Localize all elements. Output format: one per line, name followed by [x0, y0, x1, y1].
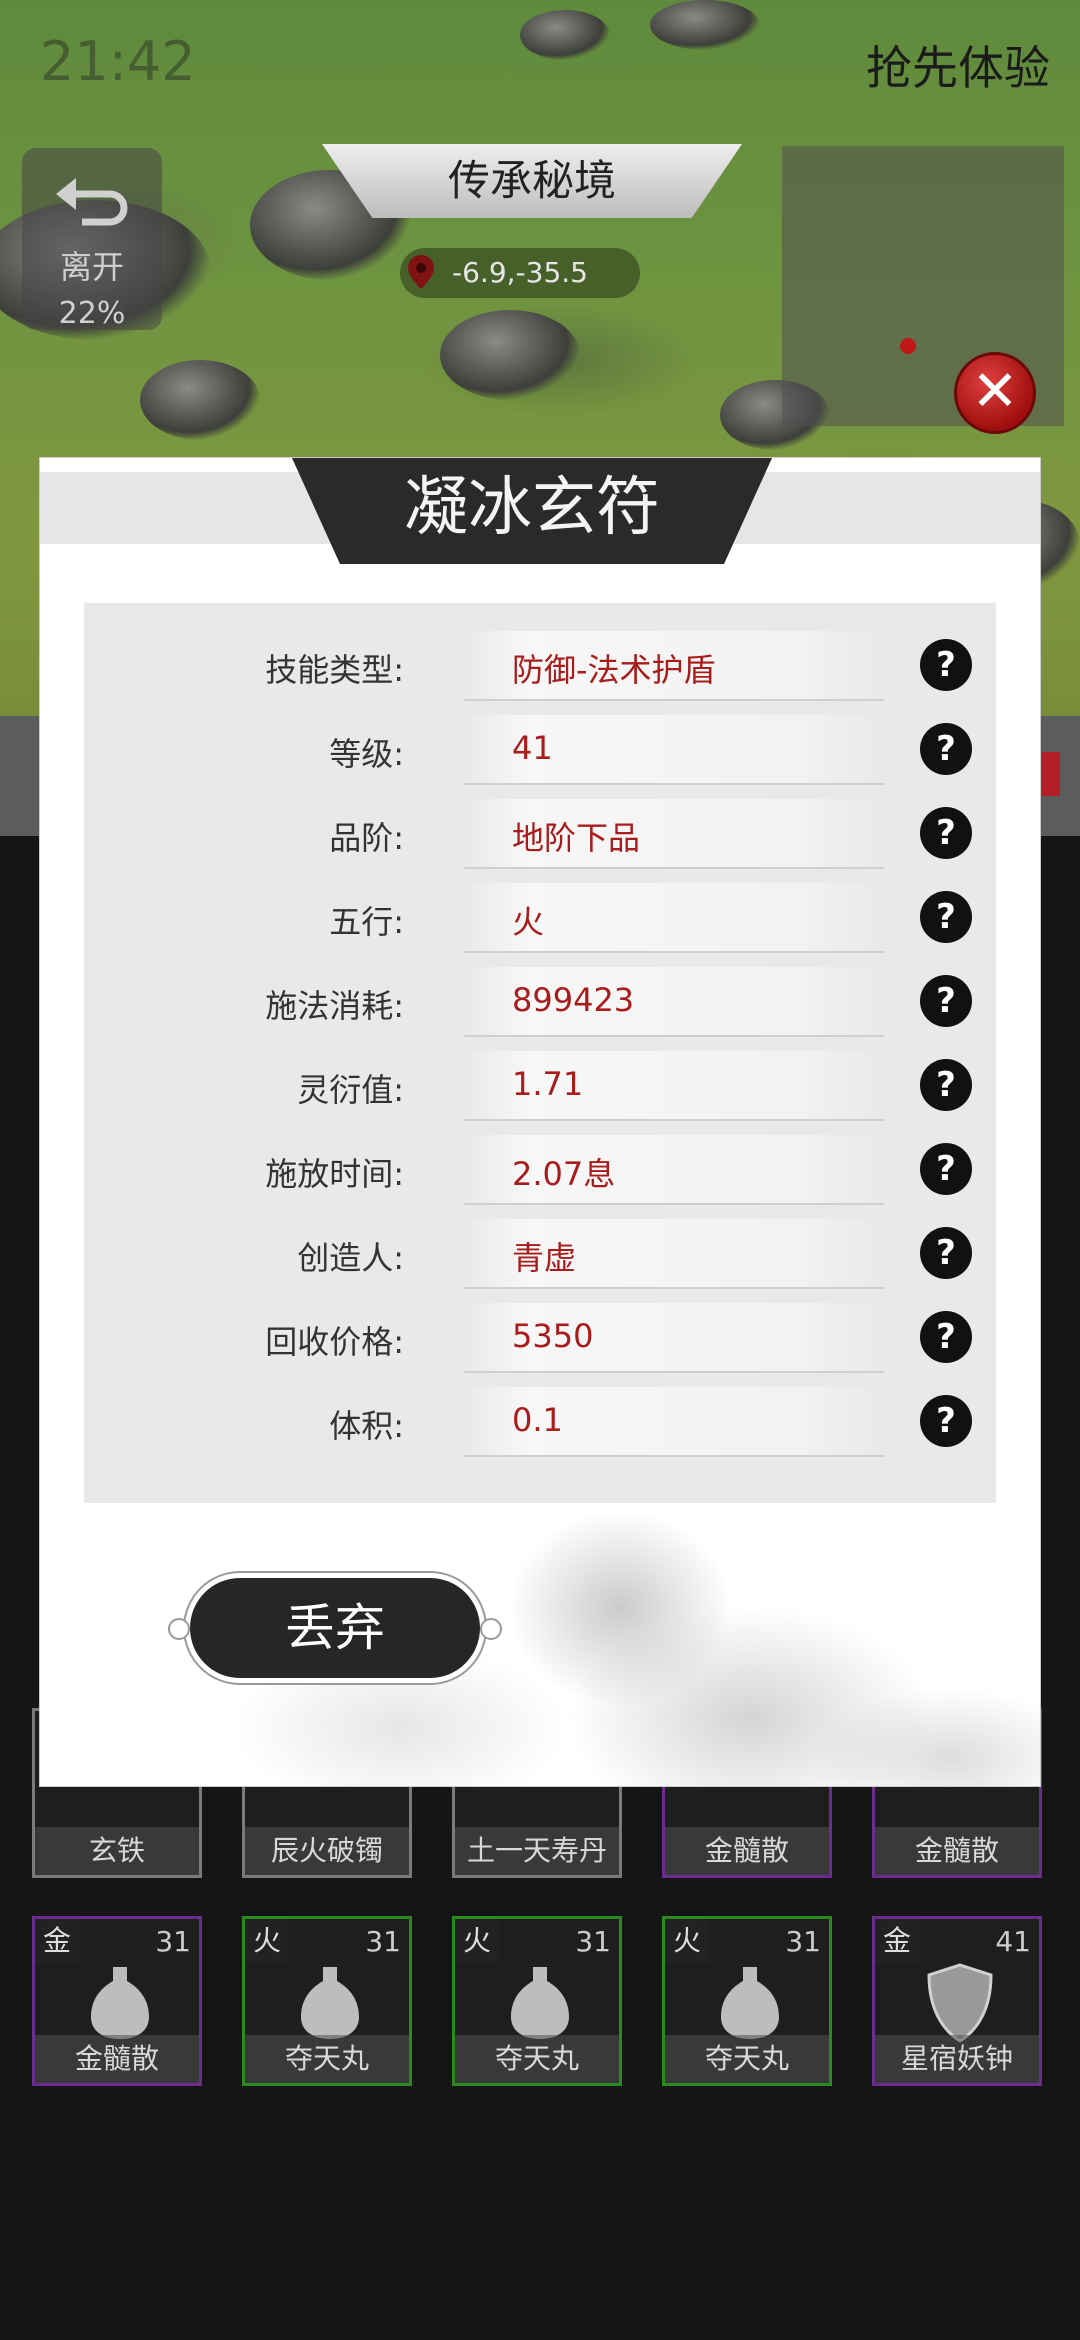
attribute-row: 灵衍值: 1.71 ? — [84, 1043, 996, 1127]
help-icon[interactable]: ? — [920, 639, 972, 691]
item-element: 火 — [455, 1919, 499, 1963]
item-name: 夺天丸 — [455, 2035, 619, 2083]
leave-progress: 22% — [58, 296, 126, 331]
item-element: 火 — [245, 1919, 289, 1963]
item-name: 金髓散 — [875, 1827, 1039, 1875]
item-element: 金 — [875, 1919, 919, 1963]
attribute-row: 回收价格: 5350 ? — [84, 1295, 996, 1379]
attribute-label: 施法消耗: — [265, 987, 404, 1025]
item-detail-dialog: 凝冰玄符 技能类型: 防御-法术护盾 ? 等级: 41 ? 品阶: 地阶下品 ?… — [40, 458, 1040, 1786]
coordinates: -6.9,-35.5 — [400, 248, 640, 298]
item-name: 金髓散 — [35, 2035, 199, 2083]
item-level: 41 — [995, 1925, 1031, 1958]
item-element: 火 — [665, 1919, 709, 1963]
item-name: 辰火破镯 — [245, 1827, 409, 1875]
coordinates-text: -6.9,-35.5 — [452, 256, 588, 289]
early-access-label: 抢先体验 — [866, 41, 1050, 95]
help-icon[interactable]: ? — [920, 1227, 972, 1279]
shield-icon — [927, 1963, 993, 2043]
item-level: 31 — [365, 1925, 401, 1958]
help-icon[interactable]: ? — [920, 1059, 972, 1111]
inventory-slot[interactable]: 火 31 夺天丸 — [242, 1916, 412, 2086]
item-level: 31 — [155, 1925, 191, 1958]
attribute-value: 地阶下品 — [512, 819, 641, 857]
item-element: 金 — [35, 1919, 79, 1963]
help-icon[interactable]: ? — [920, 1311, 972, 1363]
inventory-slot[interactable]: 金 41 星宿妖钟 — [872, 1916, 1042, 2086]
help-icon[interactable]: ? — [920, 1395, 972, 1447]
leave-label: 离开 — [59, 248, 124, 286]
attribute-label: 回收价格: — [265, 1323, 404, 1361]
item-name: 夺天丸 — [665, 2035, 829, 2083]
item-name: 星宿妖钟 — [875, 2035, 1039, 2083]
attribute-row: 五行: 火 ? — [84, 875, 996, 959]
item-level: 31 — [575, 1925, 611, 1958]
attribute-label: 等级: — [329, 735, 404, 773]
location-name: 传承秘境 — [322, 144, 742, 218]
inventory-slot[interactable]: 火 31 夺天丸 — [452, 1916, 622, 2086]
attribute-row: 等级: 41 ? — [84, 707, 996, 791]
clock: 21:42 — [40, 30, 196, 93]
attribute-table: 技能类型: 防御-法术护盾 ? 等级: 41 ? 品阶: 地阶下品 ? 五行: … — [84, 603, 996, 1503]
help-icon[interactable]: ? — [920, 891, 972, 943]
attribute-value: 41 — [512, 729, 553, 767]
attribute-label: 创造人: — [297, 1239, 404, 1277]
attribute-value: 2.07息 — [512, 1155, 616, 1193]
attribute-row: 技能类型: 防御-法术护盾 ? — [84, 623, 996, 707]
help-icon[interactable]: ? — [920, 807, 972, 859]
attribute-row: 施法消耗: 899423 ? — [84, 959, 996, 1043]
attribute-row: 创造人: 青虚 ? — [84, 1211, 996, 1295]
help-icon[interactable]: ? — [920, 1143, 972, 1195]
attribute-row: 施放时间: 2.07息 ? — [84, 1127, 996, 1211]
discard-button[interactable]: 丢弃 — [168, 1578, 502, 1678]
inventory-slot[interactable]: 火 31 夺天丸 — [662, 1916, 832, 2086]
vase-icon — [511, 1967, 569, 2039]
discard-label: 丢弃 — [285, 1599, 385, 1657]
item-level: 31 — [785, 1925, 821, 1958]
attribute-value: 青虚 — [512, 1239, 577, 1277]
attribute-value: 1.71 — [512, 1065, 584, 1103]
attribute-value: 火 — [512, 903, 545, 941]
inventory-slot[interactable]: 金 31 金髓散 — [32, 1916, 202, 2086]
return-arrow-icon — [56, 178, 128, 226]
attribute-row: 体积: 0.1 ? — [84, 1379, 996, 1463]
vase-icon — [721, 1967, 779, 2039]
vase-icon — [91, 1967, 149, 2039]
player-marker — [900, 338, 916, 354]
vase-icon — [301, 1967, 359, 2039]
attribute-value: 0.1 — [512, 1401, 563, 1439]
attribute-value: 5350 — [512, 1317, 594, 1355]
item-name: 夺天丸 — [245, 2035, 409, 2083]
leave-button[interactable]: 离开 22% — [22, 148, 162, 331]
attribute-label: 施放时间: — [265, 1155, 404, 1193]
help-icon[interactable]: ? — [920, 723, 972, 775]
attribute-value: 防御-法术护盾 — [512, 651, 716, 689]
attribute-label: 体积: — [329, 1407, 404, 1445]
attribute-value: 899423 — [512, 981, 635, 1019]
dialog-title: 凝冰玄符 — [292, 458, 772, 564]
item-name: 金髓散 — [665, 1827, 829, 1875]
attribute-label: 技能类型: — [265, 651, 404, 689]
item-name: 土一天寿丹 — [455, 1827, 619, 1875]
close-button[interactable]: ✕ — [954, 352, 1036, 434]
item-name: 玄铁 — [35, 1827, 199, 1875]
close-icon: ✕ — [971, 359, 1019, 424]
attribute-label: 品阶: — [329, 819, 404, 857]
attribute-label: 五行: — [329, 903, 404, 941]
help-icon[interactable]: ? — [920, 975, 972, 1027]
attribute-label: 灵衍值: — [297, 1071, 404, 1109]
attribute-row: 品阶: 地阶下品 ? — [84, 791, 996, 875]
